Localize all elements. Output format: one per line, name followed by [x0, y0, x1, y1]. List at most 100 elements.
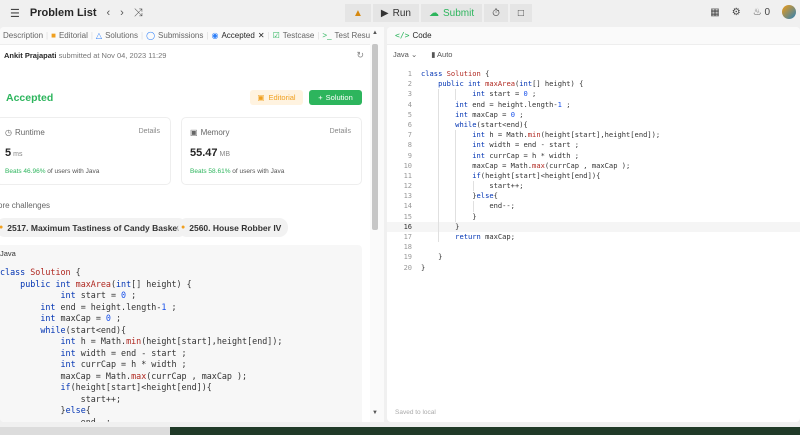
tab-description[interactable]: Description: [0, 31, 46, 40]
submitter-name[interactable]: Ankit Prajapati: [4, 51, 57, 60]
editor-line[interactable]: 3 int start = 0 ;: [387, 89, 800, 100]
code-editor[interactable]: 1 class Solution {2 public int maxArea(in…: [387, 69, 800, 369]
editor-line[interactable]: 19 }: [387, 252, 800, 262]
code-line: while(start<end){: [40, 324, 127, 335]
tab-editorial[interactable]: ■ Editorial: [48, 31, 91, 40]
tab-label: Description: [3, 31, 44, 40]
memory-chip-icon: ▣: [190, 128, 198, 137]
editor-line[interactable]: 18: [387, 242, 800, 252]
editor-line[interactable]: 7 int h = Math.min(height[start],height[…: [387, 130, 800, 141]
editor-line[interactable]: 5 int maxCap = 0 ;: [387, 109, 800, 120]
line-number: 14: [403, 202, 412, 211]
terminal-icon: >_: [322, 31, 332, 40]
settings-icon[interactable]: ⚙: [732, 7, 741, 18]
language-select[interactable]: Java ⌄: [393, 50, 417, 59]
line-content: public int maxArea(int[] height) {: [438, 79, 584, 89]
editor-toolbar: Java ⌄ ▮ Auto: [387, 45, 800, 63]
editor-line[interactable]: 8 int width = end - start ;: [387, 140, 800, 151]
editorial-button[interactable]: ▣ Editorial: [250, 90, 303, 105]
memory-label-text: Memory: [200, 128, 230, 137]
list-icon[interactable]: ☰: [10, 7, 20, 20]
tab-accepted[interactable]: ◉ Accepted ✕: [208, 31, 267, 40]
memory-label: ▣ Memory: [190, 128, 229, 137]
line-number: 7: [407, 131, 412, 140]
editor-line[interactable]: 4 int end = height.length-1 ;: [387, 99, 800, 110]
runtime-unit: ms: [13, 151, 23, 158]
line-number: 20: [403, 263, 412, 272]
editor-line[interactable]: 14 end--;: [387, 201, 800, 212]
run-button[interactable]: ▶ Run: [372, 4, 419, 22]
plus-icon: +: [318, 93, 323, 102]
auto-mode[interactable]: ▮ Auto: [431, 50, 452, 59]
shuffle-icon[interactable]: ⤨: [134, 7, 143, 20]
line-number: 15: [403, 212, 412, 221]
tab-label: Testcase: [282, 31, 315, 40]
line-content: int currCap = h * width ;: [412, 150, 579, 161]
next-problem-icon[interactable]: ›: [120, 7, 124, 19]
runtime-card[interactable]: ◷ Runtime Details 5 ms Beats 46.96% of us…: [0, 117, 171, 185]
line-number: 1: [407, 70, 412, 78]
accepted-icon: ◉: [211, 31, 219, 40]
editor-line[interactable]: 1 class Solution {: [387, 69, 800, 79]
editor-line[interactable]: 15 }: [387, 211, 800, 222]
debug-button[interactable]: ▲: [345, 4, 371, 22]
memory-unit: MB: [219, 151, 231, 158]
left-tabs: Description | ■ Editorial | △ Solutions | …: [0, 27, 382, 45]
memory-card[interactable]: ▣ Memory Details 55.47 MB Beats 58.61% of…: [181, 117, 362, 185]
notes-button[interactable]: □: [509, 4, 532, 22]
problem-list-title[interactable]: Problem List: [30, 7, 97, 19]
runtime-details-link[interactable]: Details: [139, 128, 160, 135]
tab-solutions[interactable]: △ Solutions: [93, 31, 141, 40]
submit-button[interactable]: ☁ Submit: [420, 4, 483, 22]
clock-icon: ◷: [5, 128, 12, 137]
tab-label: Editorial: [58, 31, 88, 40]
runtime-beats-pct: Beats 46.96%: [5, 168, 46, 175]
editor-line[interactable]: 20}: [387, 263, 800, 273]
close-icon[interactable]: ✕: [258, 31, 265, 40]
line-number: 16: [403, 222, 412, 231]
editor-line[interactable]: 10 maxCap = Math.max(currCap , maxCap );: [387, 160, 800, 171]
timer-icon: ⏱: [492, 7, 500, 19]
editor-line[interactable]: 16 }: [387, 221, 800, 232]
lock-icon: ▮: [431, 49, 436, 59]
editor-line[interactable]: 13 }else{: [387, 191, 800, 202]
line-number: 6: [407, 120, 412, 129]
line-content: return maxCap;: [412, 232, 515, 243]
streak-counter[interactable]: ♨ 0: [753, 7, 770, 18]
avatar[interactable]: [782, 5, 796, 19]
prev-problem-icon[interactable]: ‹: [107, 7, 111, 19]
solution-button[interactable]: + Solution: [309, 90, 362, 105]
challenge-chip[interactable]: ● 2560. House Robber IV: [178, 218, 289, 237]
tab-label: Test Result: [334, 31, 375, 40]
editor-line[interactable]: 11 if(height[start]<height[end]){: [387, 170, 800, 182]
code-header: </> Code: [387, 27, 800, 45]
book-icon: ▣: [257, 93, 265, 102]
code-line: }else{: [0, 405, 91, 415]
code-line: start++;: [0, 393, 122, 404]
editor-line[interactable]: 9 int currCap = h * width ;: [387, 150, 800, 161]
editor-line[interactable]: 17 return maxCap;: [387, 232, 800, 243]
scroll-down-icon[interactable]: ▼: [372, 410, 378, 416]
line-content: if(height[start]<height[end]){: [412, 170, 600, 182]
challenge-chip[interactable]: ● 2517. Maximum Tastiness of Candy Baske…: [0, 218, 187, 237]
code-line: int start = 0 ;: [60, 290, 137, 300]
memory-details-link[interactable]: Details: [330, 128, 351, 135]
tab-test-result[interactable]: >_ Test Result: [319, 31, 377, 40]
code-line: int width = end - start ;: [60, 347, 187, 358]
refresh-icon[interactable]: ↻: [356, 50, 364, 61]
layout-icon[interactable]: ▦: [710, 7, 719, 18]
timer-button[interactable]: ⏱: [484, 4, 508, 22]
code-line: maxCap = Math.max(currCap , maxCap );: [0, 370, 248, 381]
memory-value: 55.47 MB: [190, 147, 230, 159]
scrollbar-thumb[interactable]: [372, 44, 378, 230]
code-line: int end = height.length-1 ;: [40, 301, 177, 312]
editor-line[interactable]: 6 while(start<end){: [387, 119, 800, 131]
editorial-label: Editorial: [268, 93, 296, 102]
scroll-up-icon[interactable]: ▲: [372, 30, 378, 36]
editor-line[interactable]: 2 public int maxArea(int[] height) {: [387, 79, 800, 89]
tab-submissions[interactable]: ◯ Submissions: [143, 31, 206, 40]
line-content: }: [421, 252, 443, 262]
editor-line[interactable]: 12 start++;: [387, 181, 800, 192]
line-content: }: [421, 262, 426, 272]
tab-testcase[interactable]: ☑ Testcase: [270, 31, 318, 40]
